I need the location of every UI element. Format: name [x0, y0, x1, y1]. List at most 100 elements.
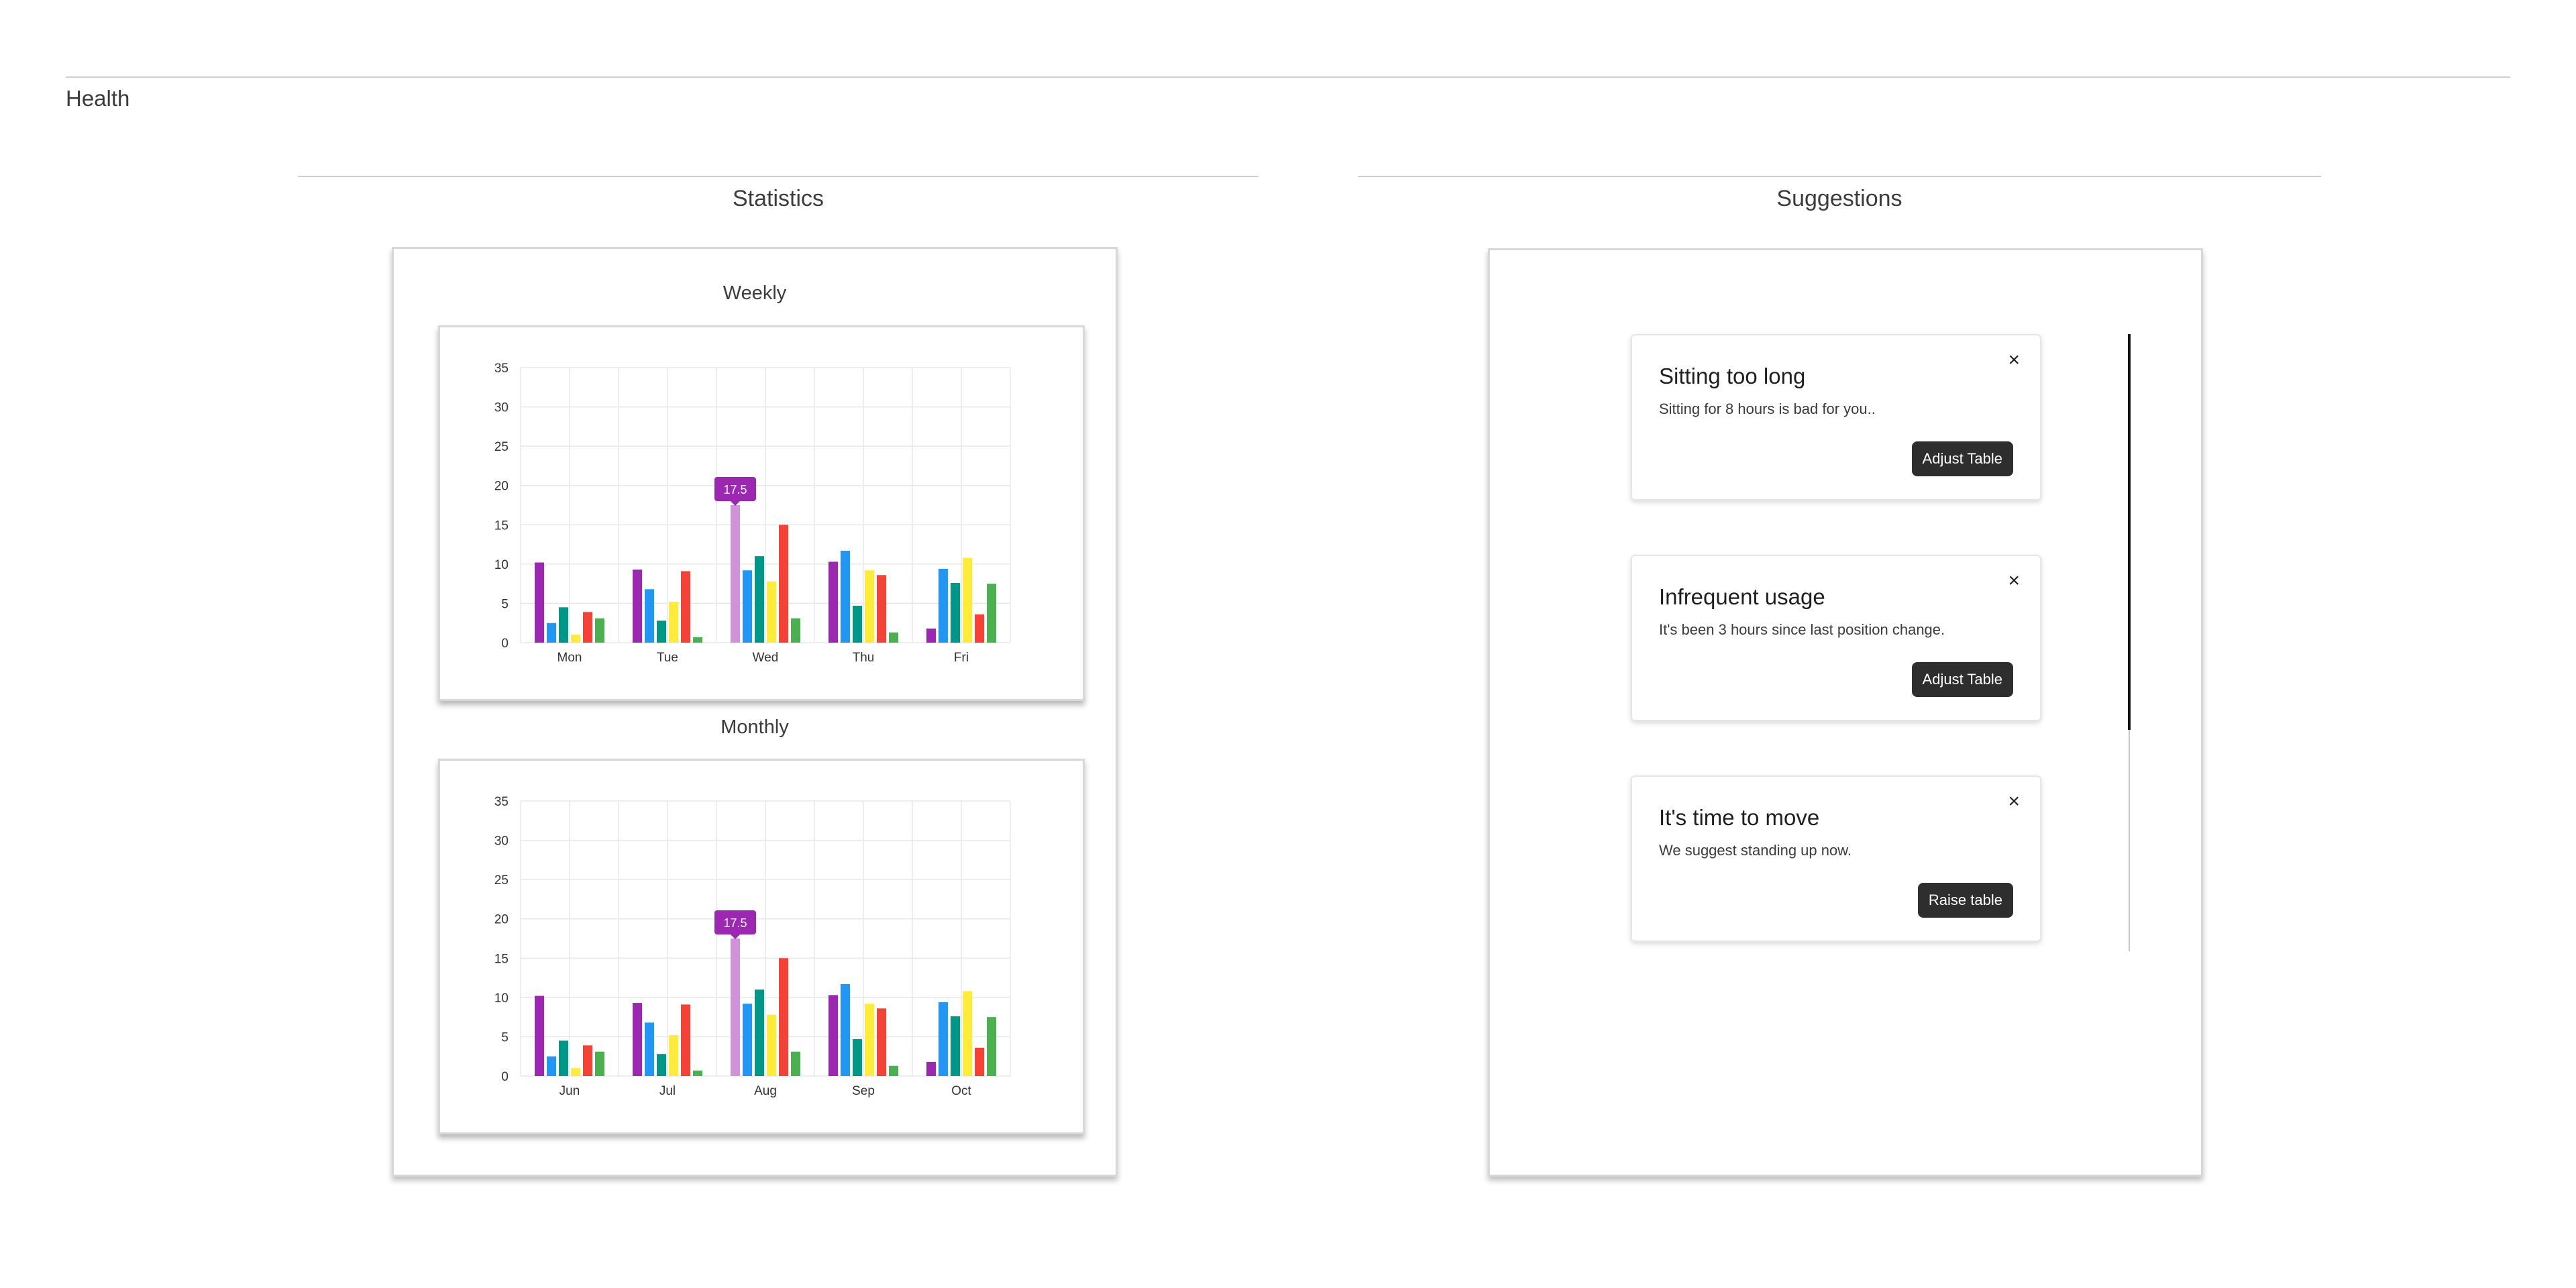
suggestions-divider — [1358, 176, 2321, 177]
bar[interactable] — [791, 618, 800, 643]
bar[interactable] — [841, 550, 850, 643]
bar[interactable] — [963, 991, 972, 1076]
bar[interactable] — [755, 556, 764, 643]
bar[interactable] — [693, 637, 702, 643]
bar[interactable] — [853, 605, 862, 643]
bar[interactable] — [669, 1035, 678, 1076]
x-tick-label: Fri — [954, 651, 969, 665]
weekly-chart[interactable]: 0 5 10 15 20 25 30 35 Mon Tue Wed Thu Fri 17.5 — [438, 325, 1085, 701]
y-tick-label: 15 — [494, 952, 508, 966]
bar[interactable] — [681, 1004, 690, 1076]
y-tick-label: 20 — [494, 480, 508, 494]
bar[interactable] — [633, 1003, 642, 1076]
bar[interactable] — [865, 570, 874, 643]
weekly-chart-title: Weekly — [722, 282, 787, 304]
y-tick-label: 25 — [494, 873, 508, 888]
y-tick-label: 35 — [494, 795, 508, 809]
bar[interactable] — [547, 1056, 556, 1076]
suggestion-card: × Sitting too long Sitting for 8 hours i… — [1631, 334, 2041, 500]
bar[interactable] — [583, 1045, 592, 1076]
y-tick-label: 5 — [501, 1030, 508, 1044]
suggestions-panel: × Sitting too long Sitting for 8 hours i… — [1488, 248, 2203, 1177]
statistics-title: Statistics — [732, 186, 824, 211]
bar[interactable] — [681, 571, 690, 643]
x-tick-label: Mon — [557, 651, 582, 665]
bar[interactable] — [779, 958, 788, 1076]
bar[interactable] — [767, 1014, 776, 1076]
bar[interactable] — [595, 1051, 604, 1076]
bar[interactable] — [963, 557, 972, 643]
bar[interactable] — [877, 575, 886, 643]
bar[interactable] — [743, 570, 752, 643]
bar[interactable] — [828, 561, 838, 643]
bar[interactable] — [975, 1047, 984, 1076]
tooltip-label: 17.5 — [723, 483, 747, 496]
bar[interactable] — [853, 1038, 862, 1076]
monthly-chart-title: Monthly — [720, 716, 789, 738]
bar[interactable] — [987, 1017, 996, 1076]
monthly-chart[interactable]: 0 5 10 15 20 25 30 35 Jun Jul Aug Sep Oct 17.5 — [438, 759, 1085, 1134]
bar[interactable] — [657, 621, 666, 643]
close-icon[interactable]: × — [2008, 792, 2020, 812]
adjust-table-button[interactable]: Adjust Table — [1911, 662, 2013, 697]
bar[interactable] — [547, 623, 556, 643]
bar[interactable] — [731, 938, 740, 1076]
bar[interactable] — [938, 1002, 948, 1076]
bar[interactable] — [743, 1004, 752, 1076]
bar[interactable] — [595, 618, 604, 643]
bar[interactable] — [669, 602, 678, 643]
header-divider — [66, 76, 2510, 78]
bar[interactable] — [877, 1008, 886, 1076]
bar[interactable] — [889, 632, 898, 643]
bar[interactable] — [535, 996, 544, 1076]
scrollbar-thumb[interactable] — [2128, 334, 2131, 730]
bar[interactable] — [535, 562, 544, 643]
y-tick-label: 25 — [494, 440, 508, 454]
y-tick-label: 30 — [494, 401, 508, 415]
raise-table-button[interactable]: Raise table — [1917, 883, 2013, 918]
close-icon[interactable]: × — [2008, 571, 2020, 591]
value-tooltip: 17.5 — [714, 910, 756, 939]
bar[interactable] — [767, 581, 776, 643]
bar[interactable] — [779, 525, 788, 643]
bar[interactable] — [889, 1065, 898, 1076]
bar[interactable] — [841, 983, 850, 1076]
y-tick-label: 35 — [494, 362, 508, 376]
bar[interactable] — [755, 989, 764, 1076]
bar[interactable] — [583, 612, 592, 643]
bar[interactable] — [865, 1004, 874, 1076]
y-tick-label: 10 — [494, 558, 508, 572]
y-tick-label: 20 — [494, 913, 508, 927]
bar[interactable] — [987, 584, 996, 643]
bar[interactable] — [571, 635, 580, 643]
bar[interactable] — [951, 1016, 960, 1076]
bar[interactable] — [828, 995, 838, 1076]
bar[interactable] — [731, 505, 740, 643]
bar[interactable] — [926, 628, 936, 643]
suggestions-title: Suggestions — [1776, 186, 1902, 211]
x-tick-label: Wed — [753, 651, 779, 665]
x-tick-label: Thu — [853, 651, 875, 665]
bar[interactable] — [645, 1022, 654, 1076]
bar[interactable] — [926, 1061, 936, 1076]
bar[interactable] — [938, 568, 948, 643]
bar[interactable] — [559, 607, 568, 643]
suggestion-card: × It's time to move We suggest standing … — [1631, 775, 2041, 942]
x-tick-label: Tue — [657, 651, 678, 665]
y-tick-label: 10 — [494, 991, 508, 1006]
bar[interactable] — [559, 1040, 568, 1076]
bar[interactable] — [571, 1068, 580, 1076]
bar[interactable] — [633, 570, 642, 643]
bar[interactable] — [951, 582, 960, 643]
bar[interactable] — [645, 589, 654, 643]
close-icon[interactable]: × — [2008, 350, 2020, 370]
suggestion-title: It's time to move — [1659, 805, 1820, 830]
adjust-table-button[interactable]: Adjust Table — [1911, 441, 2013, 476]
bar[interactable] — [791, 1051, 800, 1076]
suggestion-title: Infrequent usage — [1659, 584, 1825, 609]
suggestion-title: Sitting too long — [1659, 364, 1806, 388]
bar[interactable] — [657, 1054, 666, 1076]
bar[interactable] — [693, 1070, 702, 1076]
value-tooltip: 17.5 — [714, 477, 756, 506]
bar[interactable] — [975, 614, 984, 643]
